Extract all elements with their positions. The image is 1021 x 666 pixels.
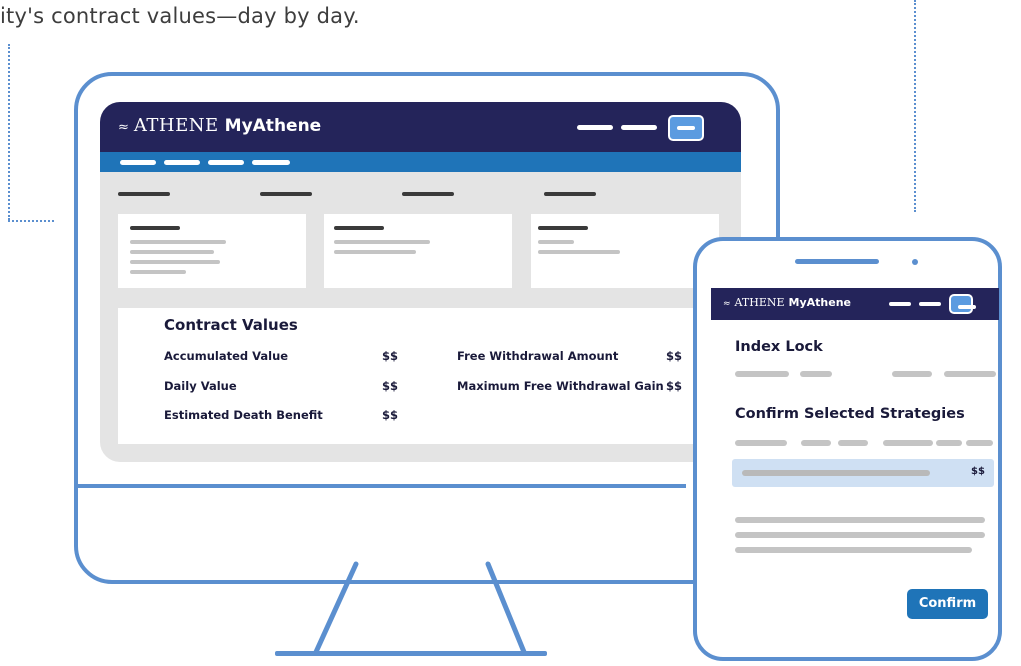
index-lock-placeholder <box>800 371 832 377</box>
desktop-nav-bar <box>100 152 741 172</box>
card-heading-placeholder <box>538 226 588 230</box>
card-text-placeholder <box>130 250 214 254</box>
summary-card <box>531 214 719 288</box>
disclosure-text-placeholder <box>735 547 972 553</box>
card-text-placeholder <box>334 240 430 244</box>
phone-camera <box>912 259 918 265</box>
max-free-withdrawal-gain-value: $$ <box>666 379 683 393</box>
disclosure-text-placeholder <box>735 517 985 523</box>
strategy-amount: $$ <box>971 466 985 477</box>
card-heading-placeholder <box>334 226 384 230</box>
monitor-stand <box>313 561 527 655</box>
estimated-death-benefit-label: Estimated Death Benefit <box>164 408 323 422</box>
strategy-placeholder <box>936 440 962 446</box>
section-heading-placeholder <box>402 192 454 196</box>
phone-speaker <box>795 259 879 264</box>
strategy-name-placeholder <box>742 470 930 476</box>
company-name: ATHENE <box>734 296 785 309</box>
estimated-death-benefit-amount: $$ <box>382 408 399 422</box>
index-lock-title: Index Lock <box>735 339 823 355</box>
nav-item-placeholder[interactable] <box>120 160 156 165</box>
nav-item-placeholder[interactable] <box>164 160 200 165</box>
card-text-placeholder <box>130 270 186 274</box>
contract-values-title: Contract Values <box>164 316 298 334</box>
max-free-withdrawal-gain-label: Maximum Free Withdrawal Gain <box>457 379 664 393</box>
nav-item-placeholder[interactable] <box>208 160 244 165</box>
card-text-placeholder <box>538 240 574 244</box>
header-link-placeholder[interactable] <box>919 302 941 306</box>
accumulated-value-label: Accumulated Value <box>164 349 289 363</box>
product-name: MyAthene <box>224 116 322 136</box>
strategy-placeholder <box>966 440 993 446</box>
daily-value-amount: $$ <box>382 379 399 393</box>
confirm-button[interactable]: Confirm <box>907 589 988 619</box>
nav-item-placeholder[interactable] <box>252 160 290 165</box>
hamburger-menu-button[interactable] <box>949 294 976 314</box>
section-heading-placeholder <box>118 192 170 196</box>
monitor-base <box>275 651 547 656</box>
strategy-placeholder <box>883 440 933 446</box>
free-withdrawal-amount-label: Free Withdrawal Amount <box>457 349 619 363</box>
confirm-strategies-title: Confirm Selected Strategies <box>735 406 965 422</box>
desktop-brand-logo[interactable]: ≈ ATHENE MyAthene <box>118 115 321 136</box>
index-lock-placeholder <box>892 371 932 377</box>
disclosure-text-placeholder <box>735 532 985 538</box>
athene-logo-icon: ≈ <box>118 120 129 135</box>
card-text-placeholder <box>334 250 416 254</box>
header-link-placeholder[interactable] <box>621 125 657 130</box>
daily-value-label: Daily Value <box>164 379 237 393</box>
index-lock-placeholder <box>944 371 996 377</box>
card-text-placeholder <box>538 250 620 254</box>
athene-logo-icon: ≈ <box>723 299 731 309</box>
card-text-placeholder <box>130 260 220 264</box>
mobile-header: ≈ ATHENE MyAthene <box>711 288 999 320</box>
selected-strategy-row[interactable]: $$ <box>732 459 994 487</box>
mobile-brand-logo[interactable]: ≈ ATHENE MyAthene <box>723 296 851 309</box>
strategy-placeholder <box>735 440 787 446</box>
dotted-connector-left-horizontal <box>8 220 54 222</box>
header-link-placeholder[interactable] <box>577 125 613 130</box>
index-lock-placeholder <box>735 371 789 377</box>
section-heading-placeholder <box>260 192 312 196</box>
strategy-placeholder <box>838 440 868 446</box>
company-name: ATHENE <box>133 115 219 136</box>
summary-card <box>118 214 306 288</box>
hamburger-menu-button[interactable] <box>668 115 704 141</box>
header-link-placeholder[interactable] <box>889 302 911 306</box>
card-heading-placeholder <box>130 226 180 230</box>
card-text-placeholder <box>130 240 226 244</box>
section-heading-placeholder <box>544 192 596 196</box>
summary-card <box>324 214 512 288</box>
dotted-connector-left <box>8 44 10 220</box>
accumulated-value-amount: $$ <box>382 349 399 363</box>
strategy-placeholder <box>801 440 831 446</box>
monitor-chin-line <box>76 484 686 488</box>
dotted-connector-right <box>914 0 916 212</box>
product-name: MyAthene <box>788 296 851 309</box>
caption-text: ity's contract values—day by day. <box>0 4 360 28</box>
desktop-header: ≈ ATHENE MyAthene <box>100 102 741 152</box>
free-withdrawal-amount-value: $$ <box>666 349 683 363</box>
